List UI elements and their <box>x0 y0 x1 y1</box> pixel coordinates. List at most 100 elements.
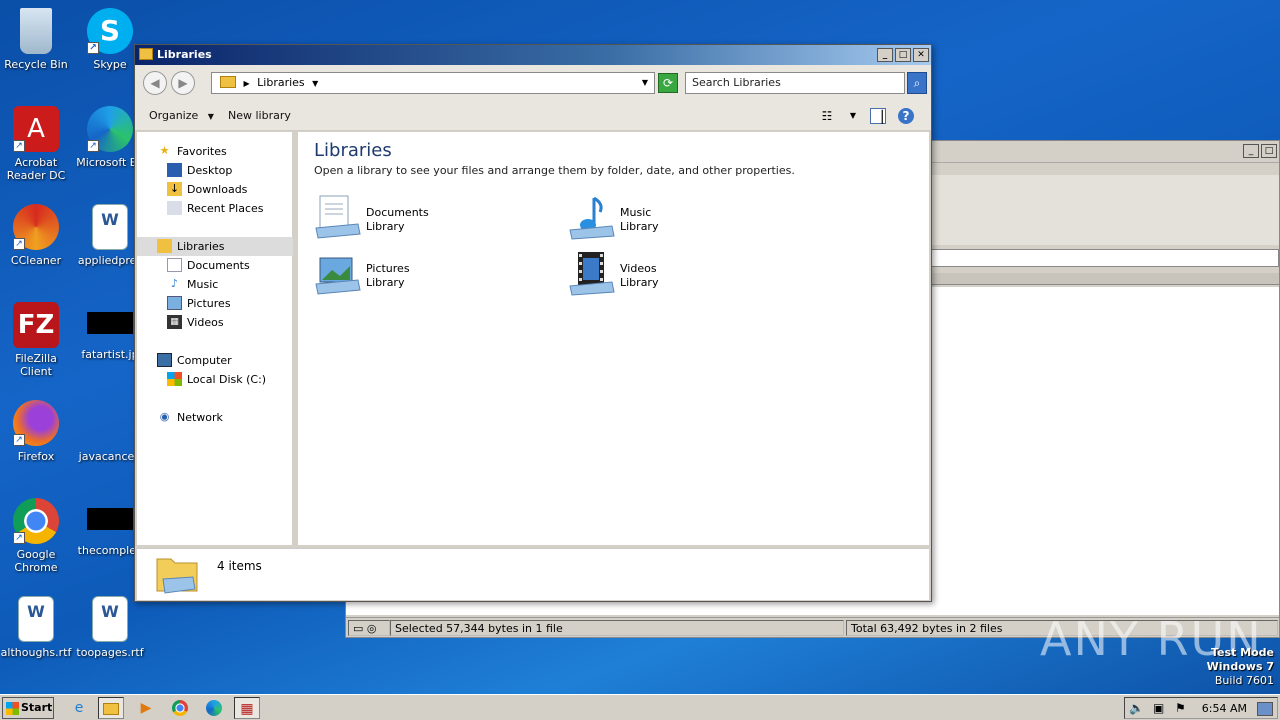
desktop-icon-toopages[interactable]: W toopages.rtf <box>72 596 148 659</box>
word-document-icon: W <box>18 596 54 642</box>
new-library-button[interactable]: New library <box>228 109 291 122</box>
desktop-icon-chrome[interactable]: ↗ Google Chrome <box>0 498 74 574</box>
documents-icon <box>167 258 182 272</box>
nav-label: Music <box>187 278 219 291</box>
search-icon[interactable]: ⌕ <box>907 72 927 94</box>
folder-icon <box>139 48 153 60</box>
maximize-button[interactable]: □ <box>1261 144 1277 158</box>
word-document-icon: W <box>92 204 128 250</box>
desktop-icon-althoughs[interactable]: W althoughs.rtf <box>0 596 74 659</box>
volume-icon[interactable]: 🔈 <box>1129 701 1144 715</box>
chevron-down-icon: ▼ <box>207 112 214 121</box>
image-thumbnail-icon <box>87 508 133 530</box>
address-crumb-arrow-icon[interactable]: ▼ <box>312 79 318 88</box>
documents-library-icon <box>315 195 361 239</box>
library-name: Documents <box>366 206 429 219</box>
nav-label: Local Disk (C:) <box>187 373 267 386</box>
nav-label: Downloads <box>187 183 248 196</box>
minimize-button[interactable]: _ <box>877 48 893 62</box>
library-videos[interactable]: Videos Library <box>568 250 768 300</box>
edge-icon: ↗ <box>87 106 133 152</box>
nav-network[interactable]: ◉ Network <box>157 408 223 427</box>
maximize-button[interactable]: □ <box>895 48 911 62</box>
library-pictures[interactable]: Pictures Library <box>314 250 514 300</box>
music-icon: ♪ <box>170 277 179 290</box>
window-titlebar[interactable]: Libraries _ □ ✕ <box>135 45 931 65</box>
chrome-taskbar-icon[interactable] <box>167 697 193 719</box>
system-tray: 🔈 ▣ ⚑ 6:54 AM <box>1124 697 1278 719</box>
details-pane: 4 items <box>137 548 929 600</box>
libraries-folder-icon <box>156 558 198 594</box>
watermark-line: Windows 7 <box>1206 660 1274 673</box>
nav-local-disk[interactable]: Local Disk (C:) <box>167 370 266 389</box>
desktop-icon-recycle-bin[interactable]: Recycle Bin <box>0 8 74 71</box>
start-label: Start <box>21 701 53 714</box>
desktop-icon-firefox[interactable]: ↗ Firefox <box>0 400 74 463</box>
desktop-icon-acrobat[interactable]: A ↗ Acrobat Reader DC <box>0 106 74 182</box>
nav-computer[interactable]: Computer <box>157 351 232 370</box>
status-selected: Selected 57,344 bytes in 1 file <box>390 620 844 636</box>
nav-label: Libraries <box>177 240 225 253</box>
test-mode-watermark: Test Mode Windows 7 Build 7601 <box>1207 646 1274 688</box>
libraries-icon <box>157 239 172 253</box>
library-name: Music <box>620 206 652 219</box>
library-documents[interactable]: Documents Library <box>314 194 514 244</box>
forward-button[interactable]: ▶ <box>171 71 195 95</box>
close-button[interactable]: ✕ <box>913 48 929 62</box>
firefox-icon: ↗ <box>13 400 59 446</box>
refresh-icon[interactable]: ⟳ <box>658 73 678 93</box>
address-bar[interactable]: ▶ Libraries ▼ ▼ <box>211 72 655 94</box>
app-taskbar-icon[interactable]: ▦ <box>234 697 260 719</box>
file-icon <box>87 400 133 446</box>
window-title: Libraries <box>157 48 212 61</box>
nav-videos[interactable]: ▦ Videos <box>167 313 224 332</box>
nav-label: Documents <box>187 259 250 272</box>
chevron-down-icon[interactable]: ▼ <box>845 108 861 124</box>
media-player-icon[interactable]: ▶ <box>133 697 159 719</box>
address-arrow-icon[interactable]: ▶ <box>244 79 250 88</box>
nav-music[interactable]: ♪ Music <box>167 275 218 294</box>
edge-taskbar-icon[interactable] <box>201 697 227 719</box>
network-tray-icon[interactable]: ▣ <box>1153 701 1164 715</box>
flag-icon[interactable]: ⚑ <box>1175 701 1186 715</box>
item-count: 4 items <box>217 559 262 573</box>
nav-recent-places[interactable]: Recent Places <box>167 199 264 218</box>
nav-downloads[interactable]: ↓ Downloads <box>167 180 247 199</box>
minimize-button[interactable]: _ <box>1243 144 1259 158</box>
organize-label: Organize <box>149 109 199 122</box>
skype-icon: S ↗ <box>87 8 133 54</box>
nav-pictures[interactable]: Pictures <box>167 294 231 313</box>
clock[interactable]: 6:54 AM <box>1202 702 1247 715</box>
nav-documents[interactable]: Documents <box>167 256 250 275</box>
pictures-library-icon <box>315 257 361 295</box>
content-title: Libraries <box>314 140 392 161</box>
organize-button[interactable]: Organize ▼ <box>149 109 214 122</box>
nav-libraries[interactable]: Libraries <box>137 237 293 256</box>
nav-desktop[interactable]: Desktop <box>167 161 232 180</box>
back-button[interactable]: ◀ <box>143 71 167 95</box>
nav-label: Pictures <box>187 297 231 310</box>
library-type: Library <box>620 276 659 289</box>
preview-pane-icon[interactable]: ▕ <box>870 108 886 124</box>
nav-favorites[interactable]: ★ Favorites <box>157 142 227 161</box>
library-music[interactable]: Music Library <box>568 194 768 244</box>
image-thumbnail-icon <box>87 312 133 334</box>
help-icon[interactable]: ? <box>898 108 914 124</box>
star-icon: ★ <box>159 144 170 157</box>
library-type: Library <box>366 276 405 289</box>
desktop-icon-ccleaner[interactable]: ↗ CCleaner <box>0 204 74 267</box>
search-input[interactable]: Search Libraries <box>685 72 905 94</box>
taskbar: Start e ▶ ▦ 🔈 ▣ ⚑ 6:54 AM <box>0 694 1280 720</box>
address-history-dropdown-icon[interactable]: ▼ <box>642 73 648 93</box>
views-icon[interactable]: ☷ <box>819 108 835 124</box>
explorer-taskbar-icon[interactable] <box>98 697 124 719</box>
libraries-window[interactable]: Libraries _ □ ✕ ◀ ▶ ▶ Libraries ▼ ▼ ⟳ Se… <box>134 44 932 602</box>
start-button[interactable]: Start <box>2 697 54 719</box>
library-name: Videos <box>620 262 657 275</box>
chrome-icon: ↗ <box>13 498 59 544</box>
address-crumb[interactable]: Libraries <box>257 76 305 89</box>
internet-explorer-icon[interactable]: e <box>66 697 92 719</box>
show-desktop-icon[interactable] <box>1257 702 1273 716</box>
nav-label: Network <box>177 411 223 424</box>
desktop-icon-filezilla[interactable]: FZ FileZilla Client <box>0 302 74 378</box>
